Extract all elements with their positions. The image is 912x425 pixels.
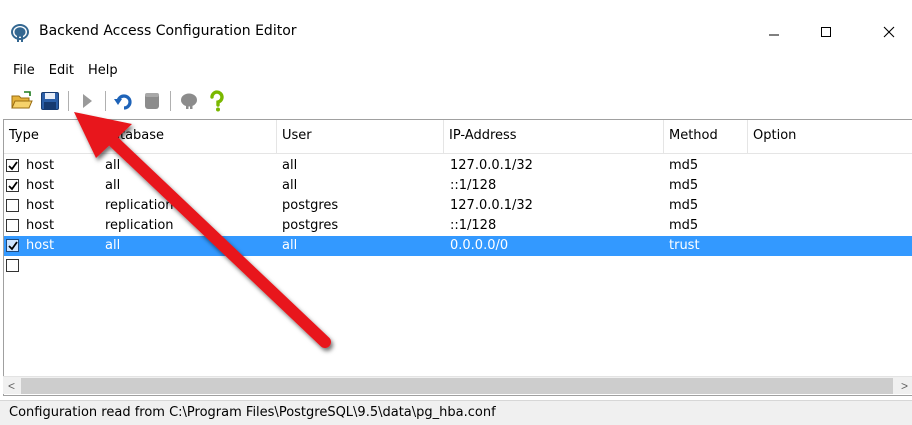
undo-button[interactable] (112, 89, 136, 113)
open-icon (11, 91, 33, 109)
cell-method: md5 (669, 198, 699, 213)
menu-edit[interactable]: Edit (42, 61, 81, 80)
table-row[interactable]: host all all 127.0.0.1/32 md5 (4, 156, 912, 176)
postgresql-elephant-icon (9, 22, 31, 44)
close-button[interactable] (866, 0, 912, 64)
cell-method: md5 (669, 158, 699, 173)
cell-ip: ::1/128 (450, 218, 497, 233)
help-icon (210, 90, 224, 112)
cell-type: host (26, 198, 55, 213)
cell-ip: 0.0.0.0/0 (450, 238, 509, 253)
hba-entries-grid: Type Database User IP-Address Method Opt… (3, 119, 912, 396)
menu-file[interactable]: File (6, 61, 42, 80)
hint-button[interactable] (177, 89, 201, 113)
table-row[interactable] (4, 256, 912, 276)
open-button[interactable] (10, 89, 34, 113)
cell-user: all (282, 238, 298, 253)
close-icon (883, 26, 895, 38)
cell-method: md5 (669, 178, 699, 193)
column-header-ip-address[interactable]: IP-Address (444, 120, 664, 154)
status-text: Configuration read from C:\Program Files… (9, 405, 496, 420)
window-title: Backend Access Configuration Editor (39, 23, 297, 39)
column-header-database[interactable]: Database (97, 120, 277, 154)
cell-type: host (26, 238, 55, 253)
cell-method: trust (669, 238, 700, 253)
column-header-user[interactable]: User (277, 120, 444, 154)
grid-header: Type Database User IP-Address Method Opt… (4, 120, 912, 154)
scroll-right-arrow[interactable]: > (896, 377, 912, 395)
column-header-type[interactable]: Type (4, 120, 97, 154)
save-icon (41, 92, 59, 110)
title-bar: Backend Access Configuration Editor (0, 0, 912, 64)
undo-icon (114, 94, 132, 110)
table-row[interactable]: host replication postgres::1/128 md5 (4, 216, 912, 236)
cell-method: md5 (669, 218, 699, 233)
row-enabled-checkbox[interactable] (6, 179, 19, 192)
status-bar: Configuration read from C:\Program Files… (0, 400, 912, 425)
horizontal-scrollbar[interactable]: < > (3, 376, 912, 394)
checkmark-icon (8, 161, 18, 171)
toolbar-separator (105, 91, 106, 111)
delete-icon (145, 93, 159, 109)
checkmark-icon (8, 181, 18, 191)
cell-user: all (282, 178, 298, 193)
menu-help[interactable]: Help (81, 61, 125, 80)
help-button[interactable] (205, 89, 229, 113)
menu-bar: File Edit Help (0, 58, 912, 82)
maximize-icon (821, 27, 831, 37)
minimize-icon (769, 34, 779, 36)
cell-user: all (282, 158, 298, 173)
cell-database: all (105, 158, 121, 173)
grid-rows: host all all 127.0.0.1/32 md5 host all all::1/1… (4, 156, 912, 276)
table-row[interactable]: host all all::1/128 md5 (4, 176, 912, 196)
maximize-button[interactable] (803, 0, 849, 64)
cell-database: replication (105, 218, 174, 233)
run-icon (83, 94, 92, 108)
cell-type: host (26, 158, 55, 173)
minimize-button[interactable] (751, 0, 797, 64)
hint-icon (181, 93, 197, 109)
cell-database: replication (105, 198, 174, 213)
cell-ip: 127.0.0.1/32 (450, 158, 533, 173)
column-header-method[interactable]: Method (664, 120, 748, 154)
run-button[interactable] (75, 89, 99, 113)
toolbar-separator (68, 91, 69, 111)
row-enabled-checkbox[interactable] (6, 259, 19, 272)
table-row[interactable]: host all all 0.0.0.0/0 trust (4, 236, 912, 256)
row-enabled-checkbox[interactable] (6, 219, 19, 232)
cell-user: postgres (282, 218, 339, 233)
cell-ip: 127.0.0.1/32 (450, 198, 533, 213)
column-header-option[interactable]: Option (748, 120, 912, 154)
cell-ip: ::1/128 (450, 178, 497, 193)
toolbar-separator (170, 91, 171, 111)
cell-type: host (26, 218, 55, 233)
cell-type: host (26, 178, 55, 193)
delete-button[interactable] (140, 89, 164, 113)
checkmark-icon (8, 241, 18, 251)
cell-user: postgres (282, 198, 339, 213)
scroll-left-arrow[interactable]: < (3, 377, 20, 395)
scroll-thumb[interactable] (21, 378, 893, 394)
table-row[interactable]: host replication postgres 127.0.0.1/32 md5 (4, 196, 912, 216)
cell-database: all (105, 178, 121, 193)
cell-database: all (105, 238, 121, 253)
row-enabled-checkbox[interactable] (6, 199, 19, 212)
save-button[interactable] (38, 89, 62, 113)
row-enabled-checkbox[interactable] (6, 239, 19, 252)
row-enabled-checkbox[interactable] (6, 159, 19, 172)
toolbar (0, 86, 912, 116)
